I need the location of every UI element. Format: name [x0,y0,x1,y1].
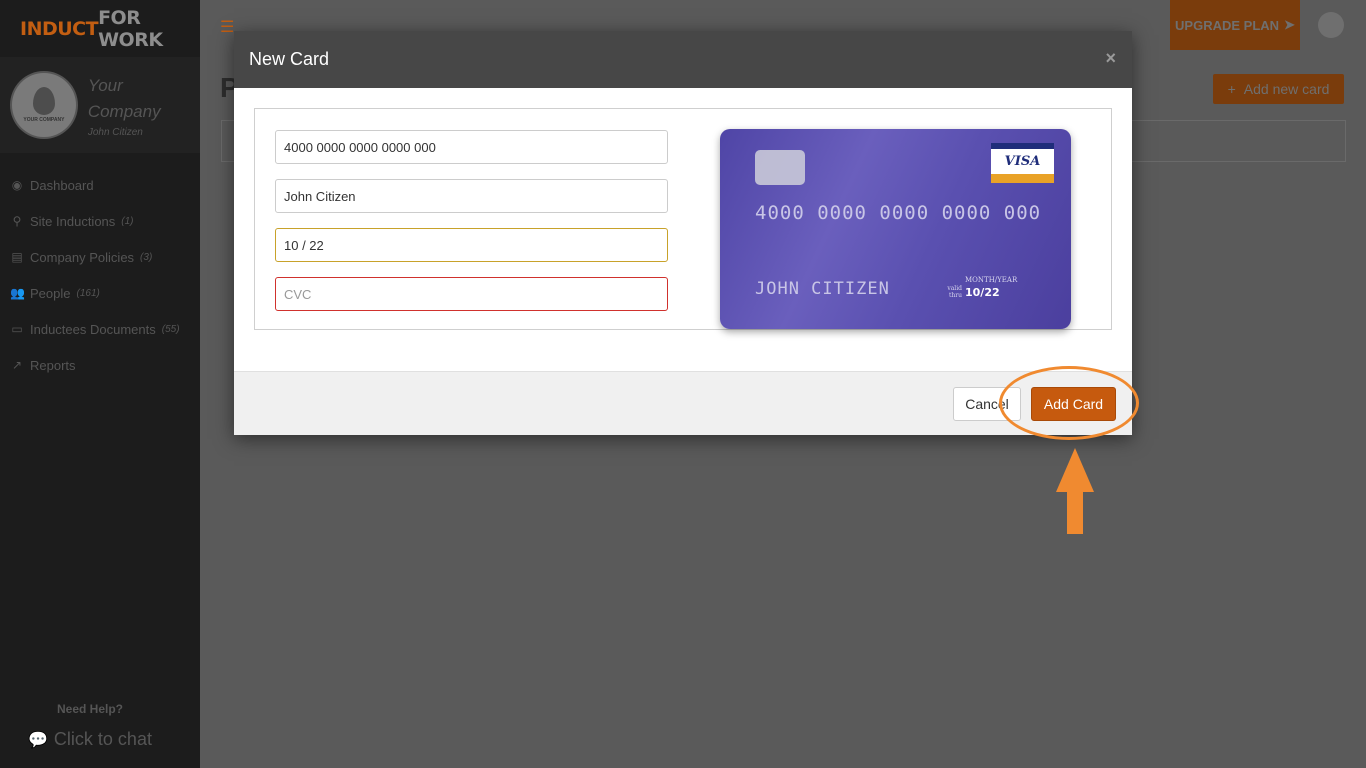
user-avatar[interactable] [1318,12,1344,38]
sidebar-nav: ◉ Dashboard ⚲ Site Inductions (1) ▤ Comp… [0,167,200,383]
brand-logo[interactable]: INDUCT FOR WORK [0,0,200,57]
sidebar-item-people[interactable]: 👥 People (161) [0,275,200,311]
card-preview-number: 4000 0000 0000 0000 000 [755,202,1042,224]
sidebar-item-label: Dashboard [30,177,94,193]
sidebar-item-label: Inductees Documents [30,321,156,337]
sidebar-item-site-inductions[interactable]: ⚲ Site Inductions (1) [0,203,200,239]
sidebar-item-count: (1) [121,215,134,227]
month-year-label: MONTH/YEAR [965,276,1018,284]
cardholder-name-input[interactable] [275,179,668,213]
highlight-ring [999,366,1139,440]
chat-bubble-icon: 💬 [28,731,48,749]
chat-label: Click to chat [53,729,152,749]
sidebar-item-label: Site Inductions [30,213,116,229]
hamburger-menu-icon[interactable]: ☰ [220,17,234,37]
sidebar: INDUCT FOR WORK YOUR COMPANY Your Company… [0,0,200,768]
visa-logo: VISA [991,143,1054,183]
sidebar-item-count: (55) [161,323,180,335]
company-avatar: YOUR COMPANY [10,71,78,139]
people-icon: 👥 [10,286,25,300]
avatar-text: YOUR COMPANY [23,117,65,123]
valid-thru-label: valid thru [947,285,962,299]
modal-header: New Card × [234,31,1132,88]
line-chart-icon: ↗ [11,358,23,372]
card-chip-icon [755,150,805,185]
sidebar-item-label: Reports [30,357,76,373]
expiry-input[interactable] [275,228,668,262]
company-name: Your Company [87,75,161,121]
card-preview-expiry: 10/22 [965,286,1000,299]
document-icon: ▭ [11,322,23,336]
help-label: Need Help? [56,702,123,716]
card-preview: VISA 4000 0000 0000 0000 000 JOHN CITIZE… [720,129,1071,329]
sidebar-item-count: (3) [140,251,153,263]
sidebar-item-count: (161) [76,287,100,299]
cvc-input[interactable] [275,277,668,311]
paper-plane-icon: ➤ [1284,17,1295,32]
sidebar-item-reports[interactable]: ↗ Reports [0,347,200,383]
sidebar-item-label: Company Policies [30,249,135,265]
modal-body: VISA 4000 0000 0000 0000 000 JOHN CITIZE… [234,88,1132,371]
sidebar-item-inductees-documents[interactable]: ▭ Inductees Documents (55) [0,311,200,347]
company-logo-icon [32,87,55,115]
close-icon[interactable]: × [1105,48,1116,69]
sidebar-item-dashboard[interactable]: ◉ Dashboard [0,167,200,203]
sidebar-item-company-policies[interactable]: ▤ Company Policies (3) [0,239,200,275]
profile-panel: YOUR COMPANY Your Company John Citizen [0,57,200,153]
new-card-modal: New Card × VISA 4000 0000 0000 0000 000 … [234,31,1132,435]
user-name: John Citizen [87,126,143,138]
sidebar-item-label: People [30,285,71,301]
add-new-card-label: Add new card [1243,81,1330,97]
modal-footer: Cancel Add Card [234,371,1132,435]
upgrade-plan-button[interactable]: UPGRADE PLAN ➤ [1170,0,1300,50]
chat-link[interactable]: 💬 Click to chat [28,729,152,750]
upgrade-plan-label: UPGRADE PLAN [1175,17,1280,33]
brand-part-1: INDUCT [20,17,99,40]
company-info: Your Company John Citizen [88,73,200,138]
card-preview-name: JOHN CITIZEN [755,279,890,299]
modal-title: New Card [249,49,330,69]
visa-logo-text: VISA [1004,154,1041,169]
book-icon: ▤ [11,250,23,264]
add-new-card-button[interactable]: + Add new card [1213,74,1344,104]
card-number-input[interactable] [275,130,668,164]
dashboard-icon: ◉ [11,178,23,192]
pointer-arrow-icon [1056,448,1094,534]
card-form: VISA 4000 0000 0000 0000 000 JOHN CITIZE… [254,108,1112,330]
plus-icon: + [1227,81,1236,97]
map-marker-icon: ⚲ [12,214,22,228]
brand-part-2: FOR WORK [98,6,163,51]
